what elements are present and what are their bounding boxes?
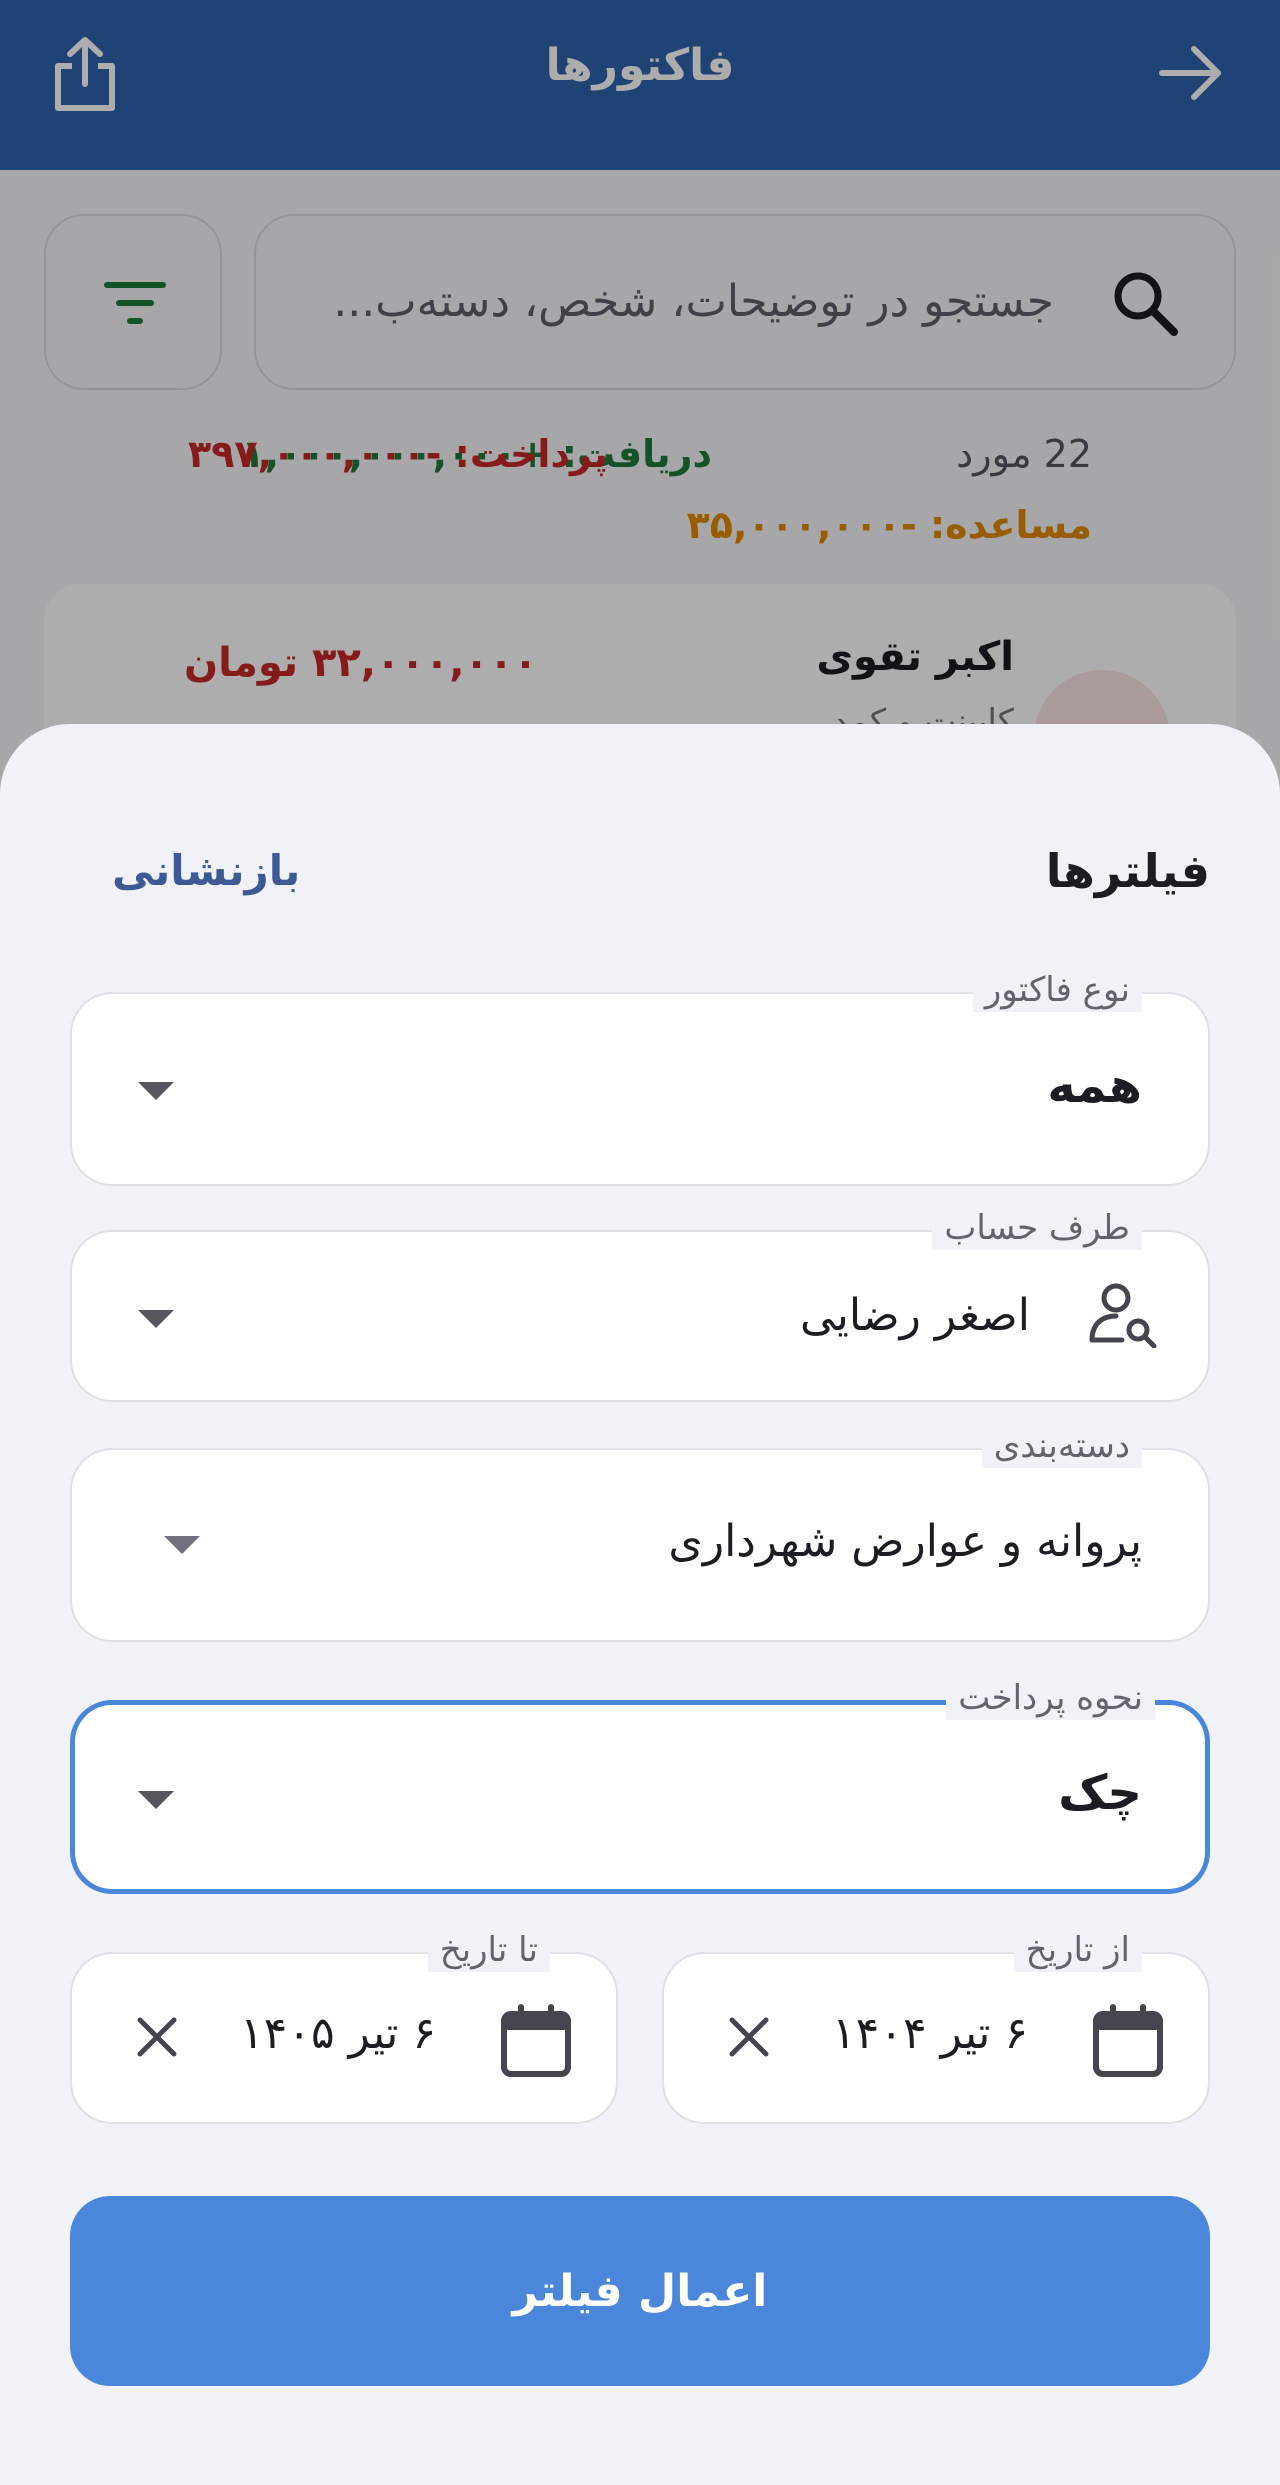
date-from-value: ۶ تیر ۱۴۰۴	[832, 2008, 1028, 2059]
category-label: دسته‌بندی	[981, 1424, 1142, 1468]
close-icon[interactable]	[726, 2014, 772, 2060]
payment-method-select[interactable]: نحوه پرداخت چک	[70, 1676, 1210, 1894]
chevron-down-icon	[138, 1791, 174, 1809]
category-select[interactable]: دسته‌بندی پروانه و عوارض شهرداری	[70, 1424, 1210, 1642]
date-from-field[interactable]: از تاریخ ۶ تیر ۱۴۰۴	[662, 1928, 1210, 2124]
date-from-label: از تاریخ	[1013, 1928, 1142, 1972]
date-to-value: ۶ تیر ۱۴۰۵	[240, 2008, 436, 2059]
account-value: اصغر رضایی	[799, 1290, 1030, 1341]
chevron-down-icon	[138, 1310, 174, 1328]
sheet-title: فیلترها	[1045, 844, 1210, 898]
reset-button[interactable]: بازنشانی	[112, 846, 300, 895]
apply-filter-button[interactable]: اعمال فیلتر	[70, 2196, 1210, 2386]
category-value: پروانه و عوارض شهرداری	[668, 1516, 1142, 1567]
account-select[interactable]: طرف حساب اصغر رضایی	[70, 1206, 1210, 1402]
close-icon[interactable]	[134, 2014, 180, 2060]
calendar-icon	[500, 2002, 572, 2078]
date-to-label: تا تاریخ	[427, 1928, 550, 1972]
payment-method-label: نحوه پرداخت	[946, 1676, 1155, 1720]
chevron-down-icon	[164, 1536, 200, 1554]
date-to-field[interactable]: تا تاریخ ۶ تیر ۱۴۰۵	[70, 1928, 618, 2124]
filter-sheet: فیلترها بازنشانی نوع فاکتور همه طرف حساب…	[0, 724, 1280, 2485]
invoice-type-label: نوع فاکتور	[972, 968, 1142, 1012]
calendar-icon	[1092, 2002, 1164, 2078]
invoice-type-value: همه	[1047, 1058, 1142, 1114]
chevron-down-icon	[138, 1082, 174, 1100]
invoice-type-select[interactable]: نوع فاکتور همه	[70, 968, 1210, 1186]
user-search-icon	[1088, 1282, 1160, 1349]
payment-method-value: چک	[1058, 1765, 1142, 1821]
account-label: طرف حساب	[932, 1206, 1142, 1250]
